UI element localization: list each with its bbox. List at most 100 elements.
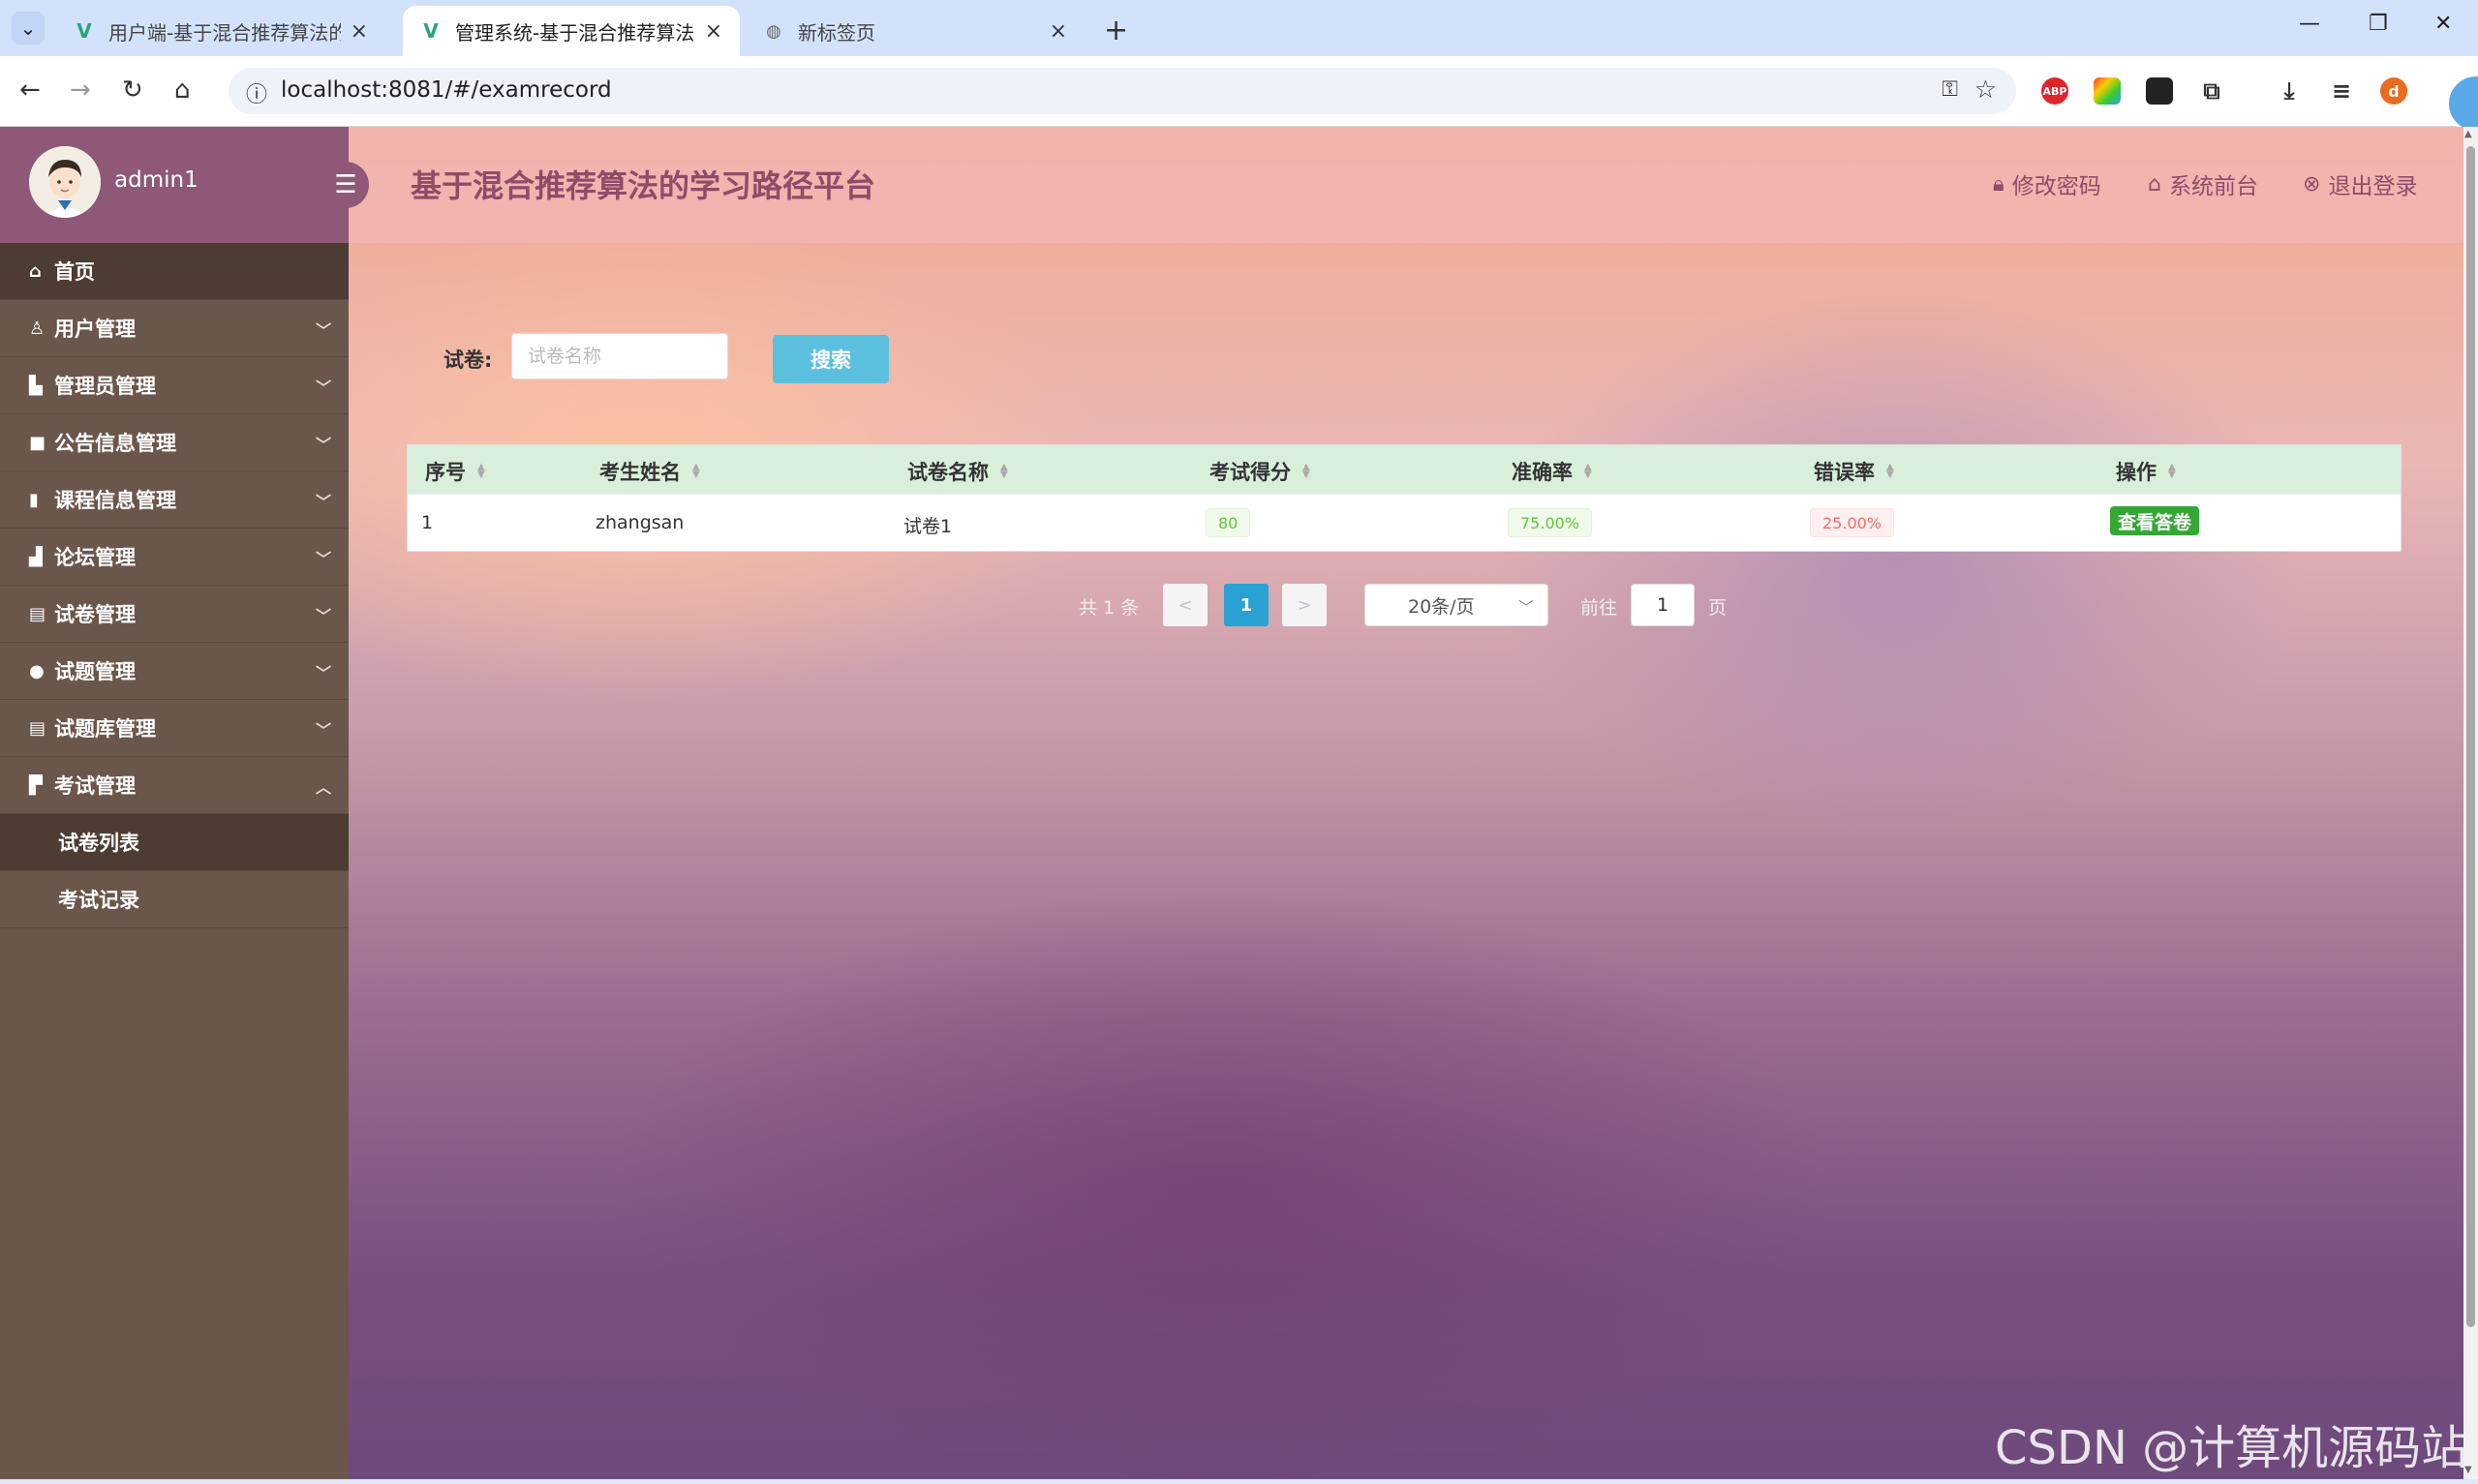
front-desk-link[interactable]: ⌂ 系统前台 <box>2148 167 2258 200</box>
search-button[interactable]: 搜索 <box>773 335 889 383</box>
view-answer-button[interactable]: 查看答卷 <box>2110 506 2200 535</box>
site-info-icon[interactable]: ⓘ <box>246 77 267 108</box>
pagination-total: 共 1 条 <box>1079 597 1140 619</box>
logout-label: 退出登录 <box>2328 174 2418 199</box>
page-scrollbar[interactable]: ▲ ▼ <box>2463 127 2478 1479</box>
sidebar-item-papers[interactable]: ▤ 试卷管理 ﹀ <box>0 586 349 643</box>
username: admin1 <box>114 167 199 193</box>
sidebar-item-home[interactable]: ⌂ 首页 <box>0 243 349 300</box>
profile-avatar[interactable]: d <box>2380 77 2407 105</box>
user-icon: ♙ <box>29 318 46 339</box>
sidebar-item-label: 论坛管理 <box>54 546 136 569</box>
window-close-icon[interactable]: ✕ <box>2434 12 2452 36</box>
download-icon[interactable]: ⤓ <box>2276 77 2303 105</box>
change-password-link[interactable]: 🔒︎ 修改密码 <box>1993 167 2101 200</box>
sidebar-item-label: 试题管理 <box>54 660 136 683</box>
column-header-action[interactable]: 操作 ▲ ▼ <box>2116 457 2176 486</box>
close-icon[interactable]: × <box>1050 19 1067 44</box>
sidebar-subitem-exam-records[interactable]: 考试记录 <box>0 871 349 928</box>
sidebar-item-questions[interactable]: ● 试题管理 ﹀ <box>0 643 349 700</box>
bank-icon: ▤ <box>29 717 46 739</box>
chevron-down-icon: ﹀ <box>1517 598 1534 617</box>
globe-icon: ◍ <box>766 20 781 42</box>
url-text[interactable]: localhost:8081/#/examrecord <box>281 77 612 103</box>
extensions-puzzle-icon[interactable]: ⧉ <box>2198 77 2225 105</box>
media-queue-icon[interactable]: ≡ <box>2328 77 2355 105</box>
tab-title: 管理系统-基于混合推荐算法的学习路径平台 <box>455 20 695 45</box>
table-row: 1 zhangsan 试卷1 80 75.00% 25.00% 查看答卷 <box>408 494 2401 551</box>
page-suffix-label: 页 <box>1708 597 1728 619</box>
close-icon[interactable]: × <box>351 19 368 44</box>
column-header-name[interactable]: 考生姓名 ▲ ▼ <box>599 457 700 486</box>
browser-tab-bar: ⌄ V 用户端-基于混合推荐算法的学习路径平台 × V 管理系统-基于混合推荐算… <box>0 0 2478 56</box>
back-icon[interactable]: ← <box>19 76 41 105</box>
circle-close-icon: ⊗ <box>2303 171 2321 197</box>
column-header-error-rate[interactable]: 错误率 ▲ ▼ <box>1814 457 1894 486</box>
omnibox[interactable]: ⓘ localhost:8081/#/examrecord ⚿ ☆ <box>229 68 2016 114</box>
home-icon[interactable]: ⌂ <box>174 76 191 105</box>
sort-icon[interactable]: ▲ ▼ <box>1302 463 1310 480</box>
sidebar-item-label: 管理员管理 <box>54 375 156 398</box>
column-header-paper[interactable]: 试卷名称 ▲ ▼ <box>907 457 1008 486</box>
main-content: 基于混合推荐算法的学习路径平台 🔒︎ 修改密码 ⌂ 系统前台 ⊗ 退出登录 试卷… <box>349 127 2463 1479</box>
color-extension-icon[interactable] <box>2094 77 2121 105</box>
sort-icon[interactable]: ▲ ▼ <box>692 463 700 480</box>
column-header-index[interactable]: 序号 ▲ ▼ <box>425 457 485 486</box>
scroll-down-icon[interactable]: ▼ <box>2464 1465 2472 1475</box>
restore-icon[interactable]: ❐ <box>2369 12 2388 36</box>
prev-page-button[interactable]: < <box>1163 584 1208 626</box>
sidebar-item-label: 考试记录 <box>58 889 139 912</box>
sidebar-item-forum[interactable]: ▟ 论坛管理 ﹀ <box>0 529 349 586</box>
new-tab-icon[interactable]: + <box>1104 14 1128 47</box>
home-icon: ⌂ <box>29 260 42 282</box>
sort-icon[interactable]: ▲ ▼ <box>477 463 485 480</box>
page-title: 基于混合推荐算法的学习路径平台 <box>411 167 876 204</box>
collapse-menu-icon[interactable]: ☰ <box>322 162 369 208</box>
column-header-score[interactable]: 考试得分 ▲ ▼ <box>1209 457 1310 486</box>
sort-icon[interactable]: ▲ ▼ <box>1886 463 1894 480</box>
sidebar-header: admin1 <box>0 127 349 243</box>
sidebar-item-exams[interactable]: ▛ 考试管理 ︿ <box>0 757 349 814</box>
minimize-icon[interactable]: — <box>2299 12 2320 36</box>
app: admin1 ☰ ⌂ 首页 ♙ 用户管理 ﹀ ▙ 管理员管理 ﹀ ■ 公告信息管… <box>0 127 2463 1479</box>
front-desk-label: 系统前台 <box>2168 174 2258 199</box>
sidebar-item-courses[interactable]: ▮ 课程信息管理 ﹀ <box>0 471 349 529</box>
password-key-icon[interactable]: ⚿ <box>1942 77 1958 102</box>
bookmark-star-icon[interactable]: ☆ <box>1974 76 1997 105</box>
sidebar-subitem-paper-list[interactable]: 试卷列表 <box>0 814 349 871</box>
sidebar-item-label: 首页 <box>54 260 95 284</box>
next-page-button[interactable]: > <box>1282 584 1327 626</box>
browser-tab-user[interactable]: V 用户端-基于混合推荐算法的学习路径平台 × <box>56 6 385 56</box>
accuracy-tag: 75.00% <box>1508 508 1593 537</box>
scroll-up-icon[interactable]: ▲ <box>2464 129 2472 139</box>
sidebar-item-admins[interactable]: ▙ 管理员管理 ﹀ <box>0 357 349 414</box>
sort-icon[interactable]: ▲ ▼ <box>1000 463 1008 480</box>
page-number-current[interactable]: 1 <box>1224 584 1269 626</box>
reload-icon[interactable]: ↻ <box>122 76 143 105</box>
paper-name-search-input[interactable] <box>511 333 728 379</box>
scrollbar-thumb[interactable] <box>2466 146 2475 1327</box>
chevron-down-icon: ﹀ <box>315 379 331 397</box>
adblock-icon[interactable]: ABP <box>2041 77 2068 105</box>
goto-page-input[interactable] <box>1631 584 1695 626</box>
page-size-select[interactable]: 20条/页 ﹀ <box>1364 584 1548 626</box>
close-icon[interactable]: × <box>705 19 722 44</box>
column-header-accuracy[interactable]: 准确率 ▲ ▼ <box>1512 457 1592 486</box>
sort-icon[interactable]: ▲ ▼ <box>1584 463 1592 480</box>
avatar <box>29 146 101 218</box>
browser-tab-new[interactable]: ◍ 新标签页 × <box>746 6 1085 56</box>
pagination: 共 1 条 < 1 > 20条/页 ﹀ 前往 页 <box>349 582 2463 630</box>
sidebar-item-question-bank[interactable]: ▤ 试题库管理 ﹀ <box>0 700 349 757</box>
vue-icon: V <box>423 19 439 43</box>
sort-icon[interactable]: ▲ ▼ <box>2168 463 2176 480</box>
sidebar-item-notices[interactable]: ■ 公告信息管理 ﹀ <box>0 414 349 471</box>
column-label: 错误率 <box>1814 461 1875 484</box>
sidebar-item-label: 课程信息管理 <box>54 489 176 512</box>
tab-title: 用户端-基于混合推荐算法的学习路径平台 <box>108 20 341 45</box>
extension-icon[interactable] <box>2146 77 2173 105</box>
logout-link[interactable]: ⊗ 退出登录 <box>2303 167 2417 200</box>
sidebar-item-users[interactable]: ♙ 用户管理 ﹀ <box>0 300 349 357</box>
browser-tab-admin[interactable]: V 管理系统-基于混合推荐算法的学习路径平台 × <box>403 6 740 56</box>
tab-search-button[interactable]: ⌄ <box>12 12 45 45</box>
forward-icon[interactable]: → <box>70 76 91 105</box>
